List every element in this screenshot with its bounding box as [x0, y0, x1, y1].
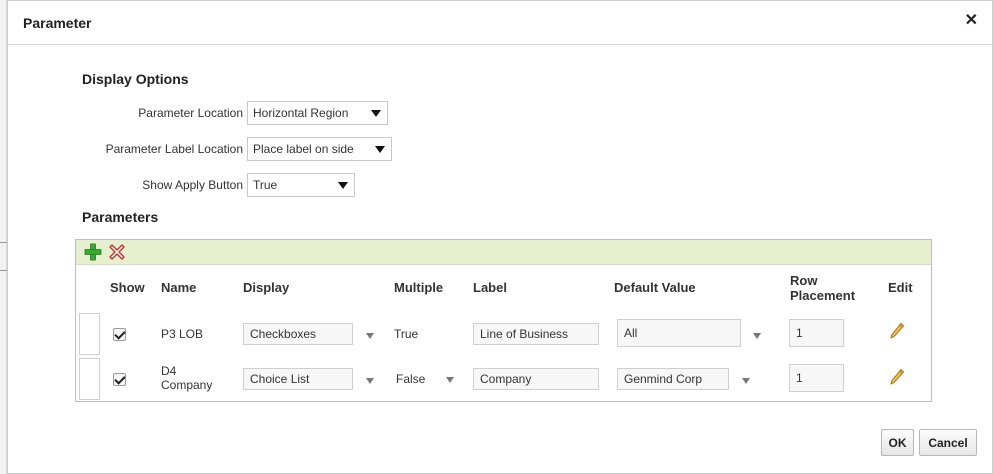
parameter-location-select[interactable]: Horizontal Region [247, 101, 388, 125]
param-name-line1: D4 [161, 364, 177, 378]
cancel-button[interactable]: Cancel [919, 429, 977, 456]
row-placement-value: 1 [796, 371, 803, 385]
param-name-line2: Company [161, 378, 213, 392]
chevron-down-icon[interactable] [366, 333, 374, 339]
column-header-show: Show [110, 280, 145, 295]
chevron-down-icon [338, 182, 348, 189]
chevron-down-icon[interactable] [742, 378, 750, 384]
edge-tick [0, 270, 7, 271]
column-header-default-value: Default Value [614, 280, 696, 295]
display-select[interactable]: Checkboxes [243, 323, 353, 345]
edge-tick [0, 242, 7, 243]
edit-pencil-icon[interactable] [889, 322, 905, 340]
parameters-heading: Parameters [82, 209, 159, 225]
chevron-down-icon[interactable] [753, 333, 761, 339]
multiple-value: True [394, 327, 419, 341]
chevron-down-icon [375, 146, 385, 153]
delete-x-icon[interactable] [108, 243, 126, 261]
close-icon: ✕ [964, 12, 978, 29]
edit-pencil-icon[interactable] [889, 368, 905, 386]
parameter-label-location-select[interactable]: Place label on side [247, 137, 392, 161]
chevron-down-icon[interactable] [366, 378, 374, 384]
parameter-dialog: Parameter ✕ Display Options Parameter Lo… [7, 0, 993, 474]
multiple-select[interactable]: False [389, 368, 461, 390]
show-checkbox[interactable] [113, 373, 126, 386]
label-input[interactable]: Line of Business [473, 323, 599, 345]
default-value-select[interactable]: All [617, 319, 741, 347]
parameters-table: Show Name Display Multiple Label Default… [75, 239, 932, 402]
label-value: Line of Business [480, 327, 569, 341]
column-header-name: Name [161, 280, 197, 295]
dialog-title: Parameter [23, 15, 92, 31]
row-placement-input[interactable]: 1 [789, 364, 844, 392]
column-header-label: Label [473, 280, 507, 295]
column-header-multiple: Multiple [394, 280, 444, 295]
default-value: All [624, 326, 638, 340]
display-select[interactable]: Choice List [243, 368, 353, 390]
parameter-label-location-label: Parameter Label Location [105, 142, 243, 156]
param-name: P3 LOB [161, 327, 204, 341]
parameter-location-label: Parameter Location [138, 106, 243, 120]
column-header-edit: Edit [888, 280, 913, 295]
show-apply-button-label: Show Apply Button [142, 178, 243, 192]
parameter-label-location-value: Place label on side [253, 142, 354, 156]
multiple-value: False [396, 372, 426, 386]
display-value: Choice List [250, 372, 310, 386]
row-selector[interactable] [79, 358, 100, 400]
display-value: Checkboxes [250, 327, 317, 341]
row-placement-value: 1 [796, 326, 803, 340]
default-value-select[interactable]: Genmind Corp [617, 368, 729, 390]
default-value: Genmind Corp [624, 372, 703, 386]
row-placement-header-line1: Row [790, 273, 818, 288]
chevron-down-icon [371, 110, 381, 117]
show-apply-button-value: True [253, 178, 278, 192]
parameter-location-value: Horizontal Region [253, 106, 349, 120]
row-placement-input[interactable]: 1 [789, 319, 844, 347]
show-checkbox[interactable] [113, 328, 126, 341]
param-name: D4 Company [161, 364, 212, 392]
column-header-display: Display [243, 280, 290, 295]
parameters-toolbar [76, 240, 931, 265]
label-value: Company [480, 372, 532, 386]
label-input[interactable]: Company [473, 368, 599, 390]
column-header-row-placement: Row Placement [790, 273, 855, 303]
show-apply-button-select[interactable]: True [247, 173, 355, 197]
row-placement-header-line2: Placement [790, 288, 856, 303]
dialog-title-bar: Parameter ✕ [8, 1, 992, 45]
display-options-heading: Display Options [82, 71, 189, 87]
row-selector[interactable] [79, 313, 100, 355]
plus-icon[interactable] [84, 243, 102, 261]
background-page-edge [0, 0, 7, 474]
chevron-down-icon [446, 377, 454, 383]
close-button[interactable]: ✕ [965, 13, 978, 29]
ok-button[interactable]: OK [881, 429, 914, 456]
